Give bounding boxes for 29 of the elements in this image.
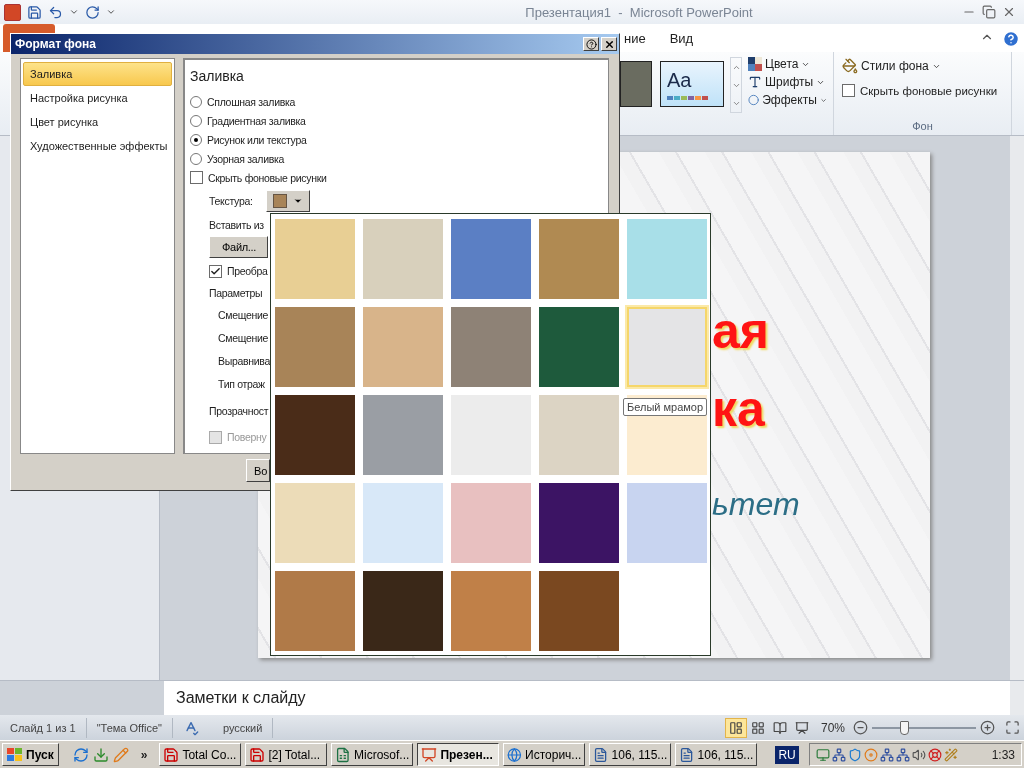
texture-label: Текстура: bbox=[209, 195, 253, 207]
option-label: Смещение bbox=[218, 308, 269, 321]
slide-counter: Слайд 1 из 1 bbox=[0, 717, 87, 738]
radio-label: Градиентная заливка bbox=[207, 114, 306, 127]
options-label: Параметры bbox=[209, 287, 263, 299]
radio-label: Рисунок или текстура bbox=[207, 133, 307, 146]
option-label: Смещение bbox=[218, 331, 269, 344]
slide-title: ая bbox=[712, 302, 770, 361]
slide-title: ка bbox=[712, 380, 766, 439]
theme-name: "Тема Office" bbox=[86, 717, 173, 738]
transparency-label: Прозрачност bbox=[209, 405, 269, 417]
window-title: Презентация1 - Microsoft PowerPoint bbox=[524, 4, 754, 20]
checkbox-label: Преобра bbox=[227, 265, 268, 277]
option-label: Тип отраж bbox=[218, 377, 265, 390]
radio-label: Сплошная заливка bbox=[207, 95, 296, 108]
section-heading: Заливка bbox=[190, 68, 245, 86]
zoom-level: 70% bbox=[819, 720, 846, 735]
option-label: Выравнива bbox=[218, 354, 271, 367]
checkbox-label: Поверну bbox=[227, 431, 267, 443]
checkbox-label: Скрыть фоновые рисунки bbox=[208, 171, 327, 184]
radio-label: Узорная заливка bbox=[207, 152, 285, 165]
slide-subtitle: ьтет bbox=[712, 486, 801, 523]
language-label: русский bbox=[212, 717, 274, 738]
insert-from-label: Вставить из bbox=[209, 219, 264, 231]
dialog-title: Формат фона bbox=[15, 37, 97, 51]
clock: 1:33 bbox=[991, 747, 1015, 762]
checkbox-label: Скрыть фоновые рисунки bbox=[860, 84, 998, 97]
tooltip: Белый мрамор bbox=[623, 398, 708, 416]
group-label: Фон bbox=[911, 120, 934, 134]
